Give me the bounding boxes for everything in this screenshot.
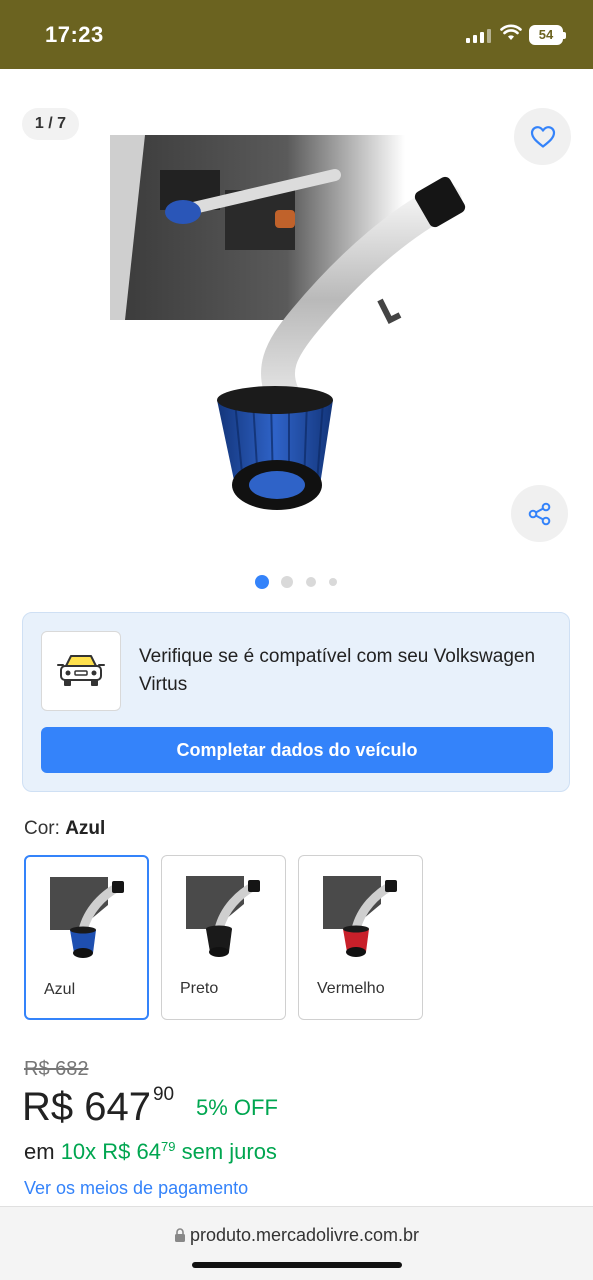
- color-option-label: Azul: [44, 981, 76, 998]
- color-option-label: Vermelho: [317, 980, 385, 997]
- pagination-dot[interactable]: [306, 577, 316, 587]
- battery-icon: 54: [529, 25, 566, 45]
- share-button[interactable]: [511, 485, 568, 542]
- pagination-dot-active[interactable]: [255, 575, 269, 589]
- share-icon: [528, 502, 550, 525]
- color-option-thumbnail: [323, 876, 397, 957]
- installments-prefix: em: [24, 1139, 55, 1164]
- wifi-icon: [500, 24, 522, 40]
- url-display[interactable]: produto.mercadolivre.com.br: [0, 1225, 593, 1246]
- installments-cents: 79: [160, 1139, 176, 1154]
- pagination-dot[interactable]: [281, 576, 293, 588]
- status-bar: 17:23 54: [0, 0, 593, 69]
- color-option-thumbnail: [186, 876, 260, 957]
- installments-info: em 10x R$ 6479 sem juros: [24, 1139, 277, 1165]
- favorite-button[interactable]: [514, 108, 571, 165]
- color-option-thumbnail: [50, 877, 124, 958]
- color-option-label: Preto: [180, 980, 219, 997]
- discount-badge: 5% OFF: [196, 1095, 278, 1120]
- selected-color-name: Azul: [65, 818, 106, 839]
- product-image[interactable]: [105, 130, 490, 525]
- url-text: produto.mercadolivre.com.br: [189, 1225, 420, 1245]
- price-cents: 90: [152, 1084, 175, 1105]
- price-integer: R$ 647: [22, 1085, 151, 1129]
- color-label-prefix: Cor:: [24, 818, 60, 839]
- compatibility-card: Verifique se é compatível com seu Volksw…: [22, 612, 570, 792]
- installments-suffix: sem juros: [181, 1139, 277, 1164]
- home-indicator[interactable]: [192, 1262, 402, 1268]
- compatibility-text: Verifique se é compatível com seu Volksw…: [139, 646, 536, 695]
- color-label: Cor: Azul: [24, 818, 105, 840]
- status-time: 17:23: [45, 22, 104, 47]
- gallery-pagination: [0, 575, 593, 589]
- color-option[interactable]: Vermelho: [298, 855, 423, 1020]
- pagination-dot[interactable]: [329, 578, 337, 586]
- car-icon-box: [41, 631, 121, 711]
- installments-plan: 10x R$ 6479 sem juros: [60, 1139, 277, 1164]
- current-price: R$ 647 90: [22, 1084, 174, 1134]
- cellular-signal-icon: [466, 27, 491, 43]
- original-price: R$ 682: [24, 1058, 89, 1080]
- heart-icon: [530, 125, 555, 148]
- lock-icon: [174, 1228, 185, 1242]
- image-counter: 1 / 7: [22, 108, 79, 140]
- browser-address-bar[interactable]: produto.mercadolivre.com.br: [0, 1206, 593, 1280]
- complete-vehicle-data-button[interactable]: Completar dados do veículo: [41, 727, 553, 773]
- color-option[interactable]: Preto: [161, 855, 286, 1020]
- car-icon: [57, 655, 105, 686]
- color-option[interactable]: Azul: [24, 855, 149, 1020]
- payment-methods-link[interactable]: Ver os meios de pagamento: [24, 1178, 248, 1199]
